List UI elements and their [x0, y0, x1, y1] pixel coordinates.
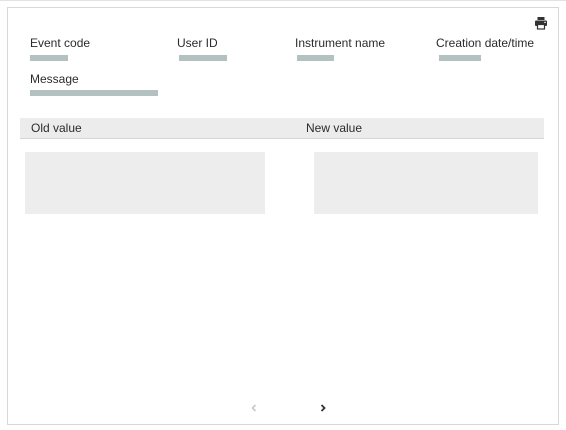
message-value-placeholder	[30, 90, 158, 96]
instrument-name-value-placeholder	[297, 55, 334, 61]
event-detail-panel	[7, 7, 559, 425]
creation-datetime-value-placeholder	[439, 55, 481, 61]
chevron-left-icon	[251, 404, 257, 412]
old-value-header: Old value	[31, 121, 82, 135]
event-code-label: Event code	[30, 36, 91, 50]
creation-datetime-label: Creation date/time	[436, 36, 535, 50]
value-comparison-header: Old value New value	[20, 118, 544, 139]
print-button[interactable]	[534, 16, 548, 30]
chevron-right-icon	[320, 404, 326, 412]
message-label: Message	[30, 72, 79, 86]
next-page-button[interactable]	[315, 400, 331, 416]
old-value-box	[25, 152, 265, 214]
event-code-value-placeholder	[30, 55, 68, 61]
user-id-value-placeholder	[179, 55, 227, 61]
printer-icon	[535, 17, 547, 30]
previous-page-button[interactable]	[246, 400, 262, 416]
new-value-header: New value	[306, 121, 363, 135]
new-value-box	[314, 152, 538, 214]
instrument-name-label: Instrument name	[295, 36, 386, 50]
user-id-label: User ID	[177, 36, 218, 50]
